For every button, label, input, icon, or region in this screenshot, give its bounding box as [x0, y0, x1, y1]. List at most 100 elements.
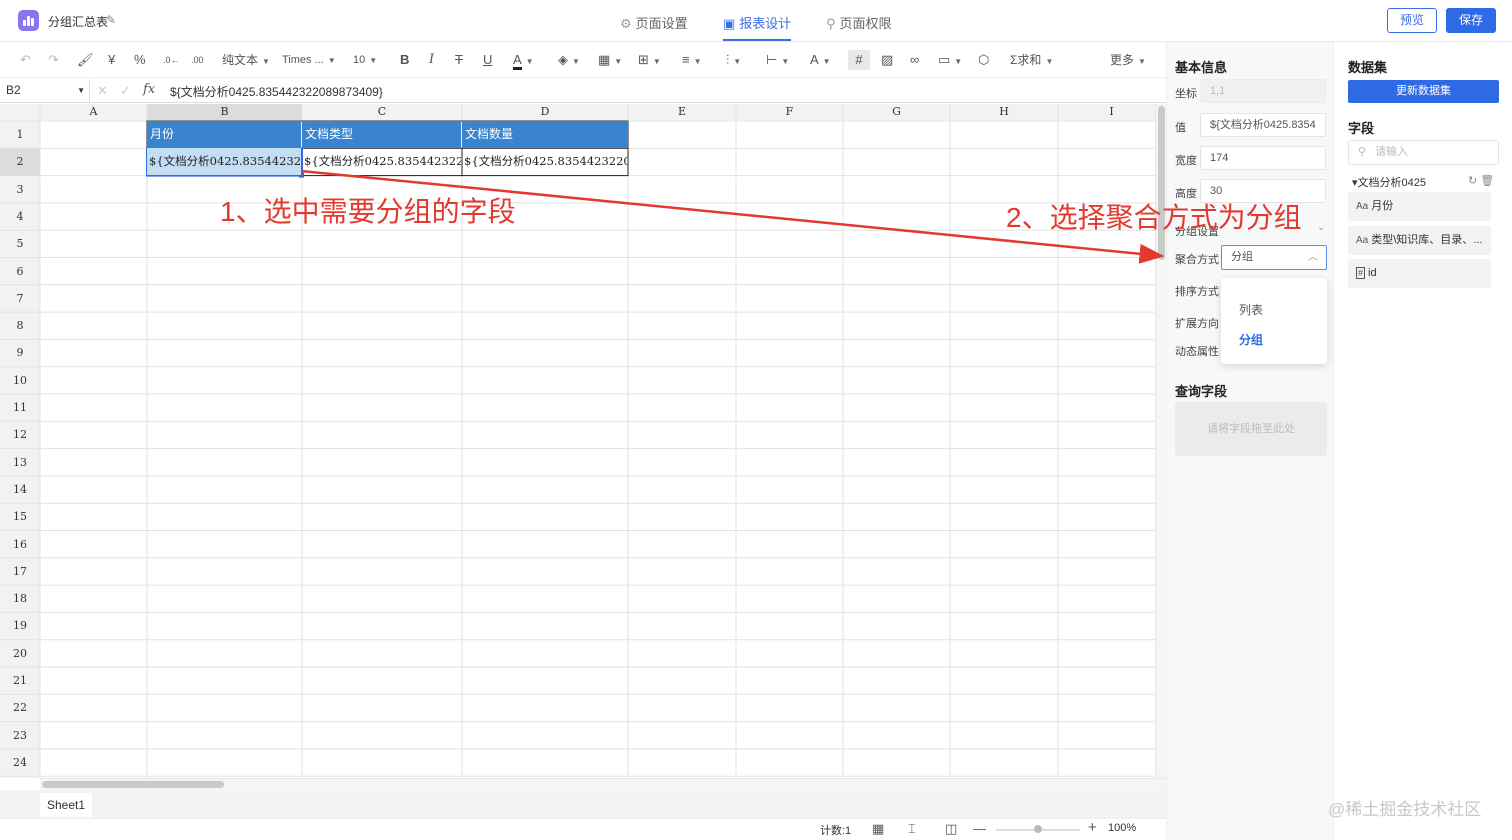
tab-report-design[interactable]: ▣ 报表设计 [723, 13, 792, 41]
function-icon[interactable]: fx [143, 82, 155, 97]
row-header[interactable]: 12 [0, 421, 40, 448]
tab-page-settings[interactable]: ⚙ 页面设置 [620, 13, 688, 41]
font-size-select[interactable]: 10 ▼ [353, 50, 377, 70]
confirm-formula-icon[interactable]: ✓ [120, 83, 131, 99]
row-header[interactable]: 6 [0, 258, 40, 285]
cell-c1[interactable]: 文档类型 [302, 121, 461, 148]
row-header[interactable]: 13 [0, 449, 40, 476]
column-header[interactable]: E [628, 104, 736, 120]
column-header[interactable]: C [302, 104, 462, 120]
row-header[interactable]: 17 [0, 558, 40, 585]
row-header[interactable]: 19 [0, 612, 40, 639]
format-painter-icon[interactable]: 🖌 [77, 50, 94, 70]
gridlines-icon[interactable]: # [848, 50, 870, 70]
tab-page-permissions[interactable]: ⚲ 页面权限 [826, 13, 892, 41]
cancel-formula-icon[interactable]: ✕ [97, 83, 108, 99]
scroll-thumb[interactable] [42, 781, 224, 788]
column-header[interactable]: D [462, 104, 628, 120]
spreadsheet-grid[interactable]: ABCDEFGHI 1 2 3 4 5 6 7 8 9 10 11 12 13 14 15 16 17 18 19 2… [0, 104, 1155, 778]
chevron-down-icon[interactable]: ⌄ [1317, 222, 1325, 233]
sheet-tab[interactable]: Sheet1 [40, 793, 92, 817]
row-header[interactable]: 4 [0, 203, 40, 230]
zoom-out-icon[interactable]: — [973, 821, 986, 836]
refresh-icon[interactable]: ↻ [1468, 175, 1477, 187]
horizontal-align-icon[interactable]: ≡ ▼ [682, 50, 702, 70]
aggregation-select[interactable]: 分组 ︿ [1221, 245, 1327, 270]
cube-icon[interactable]: ⬡ [978, 50, 989, 70]
undo-icon[interactable]: ↶ [20, 50, 31, 70]
row-header[interactable]: 24 [0, 749, 40, 776]
horizontal-scrollbar[interactable] [40, 778, 1166, 790]
save-button[interactable]: 保存 [1446, 8, 1496, 33]
preview-button[interactable]: 预览 [1387, 8, 1437, 33]
row-header[interactable]: 9 [0, 339, 40, 366]
row-header[interactable]: 20 [0, 640, 40, 667]
scroll-thumb[interactable] [1158, 106, 1165, 260]
normal-view-icon[interactable]: ▦ [872, 821, 884, 837]
link-icon[interactable]: ∞ [910, 50, 919, 70]
cell-d2[interactable]: ${文档分析0425.8354423220898 [462, 148, 628, 175]
redo-icon[interactable]: ↷ [48, 50, 59, 70]
font-family-select[interactable]: Times ... ▼ [282, 50, 336, 70]
bold-icon[interactable]: B [400, 50, 409, 70]
field-item[interactable]: Aa 月份 [1348, 192, 1491, 221]
cell-reference-select[interactable]: B2 ▼ [0, 79, 90, 102]
row-header[interactable]: 7 [0, 285, 40, 312]
decrease-decimal-icon[interactable]: .0← [163, 50, 180, 70]
strikethrough-icon[interactable]: T [455, 50, 463, 70]
row-header[interactable]: 3 [0, 176, 40, 203]
column-header[interactable]: B [147, 104, 302, 120]
row-header[interactable]: 5 [0, 230, 40, 257]
column-header[interactable]: A [40, 104, 147, 120]
row-header[interactable]: 21 [0, 667, 40, 694]
page-layout-icon[interactable]: ◫ [945, 821, 957, 837]
comment-icon[interactable]: ▭ ▼ [938, 50, 962, 70]
zoom-in-icon[interactable]: + [1088, 819, 1097, 836]
query-field-dropzone[interactable]: 请将字段拖至此处 [1175, 402, 1327, 456]
row-header[interactable]: 22 [0, 694, 40, 721]
column-header[interactable]: F [736, 104, 843, 120]
fill-color-icon[interactable]: ◈ ▼ [558, 50, 580, 70]
cell-d1[interactable]: 文档数量 [462, 121, 628, 148]
field-item[interactable]: Aa 类型\知识库、目录、... [1348, 226, 1491, 255]
field-item[interactable]: # id [1348, 259, 1491, 288]
field-search-input[interactable]: ⚲ 请输入 [1348, 140, 1499, 165]
row-header[interactable]: 11 [0, 394, 40, 421]
cell-b2[interactable]: ${文档分析0425.83544232208 [147, 148, 301, 175]
text-wrap-icon[interactable]: ⊢ ▼ [766, 50, 789, 70]
font-color-icon[interactable]: A ▼ [513, 50, 534, 70]
page-break-view-icon[interactable]: ⌶ [908, 821, 916, 837]
row-header[interactable]: 8 [0, 312, 40, 339]
row-header[interactable]: 1 [0, 121, 40, 148]
refresh-dataset-button[interactable]: 更新数据集 [1348, 80, 1499, 103]
row-header[interactable]: 18 [0, 585, 40, 612]
cell-c2[interactable]: ${文档分析0425.835442322089 [302, 148, 461, 175]
italic-icon[interactable]: I [429, 50, 434, 70]
vertical-align-icon[interactable]: ⫶ ▼ [726, 50, 741, 70]
option-group[interactable]: 分组 [1239, 331, 1263, 348]
row-header[interactable]: 16 [0, 531, 40, 558]
increase-decimal-icon[interactable]: .00 [191, 50, 204, 70]
row-header[interactable]: 14 [0, 476, 40, 503]
underline-icon[interactable]: U [483, 50, 492, 70]
column-header[interactable]: H [950, 104, 1058, 120]
text-format-select[interactable]: 纯文本 ▼ [222, 50, 270, 70]
sum-select[interactable]: Σ求和 ▼ [1010, 50, 1053, 70]
value-field[interactable]: ${文档分析0425.8354 [1200, 113, 1326, 137]
percent-icon[interactable]: % [134, 50, 146, 70]
zoom-slider-handle[interactable] [1034, 825, 1042, 833]
width-field[interactable]: 174 [1200, 146, 1326, 170]
delete-icon[interactable]: 🗑 [1480, 175, 1494, 187]
row-header[interactable]: 23 [0, 722, 40, 749]
column-header[interactable]: I [1058, 104, 1155, 120]
currency-icon[interactable]: ¥ [108, 50, 115, 70]
formula-input[interactable]: ${文档分析0425.835442322089873409} [170, 83, 383, 100]
merge-cells-icon[interactable]: ⊞ ▼ [638, 50, 661, 70]
edit-title-icon[interactable]: ✎ [106, 13, 116, 27]
row-header[interactable]: 10 [0, 367, 40, 394]
column-header[interactable]: G [843, 104, 950, 120]
cell-b1[interactable]: 月份 [147, 121, 301, 148]
image-icon[interactable]: ▨ [881, 50, 893, 70]
option-list[interactable]: 列表 [1239, 301, 1263, 318]
more-select[interactable]: 更多 ▼ [1110, 50, 1146, 70]
